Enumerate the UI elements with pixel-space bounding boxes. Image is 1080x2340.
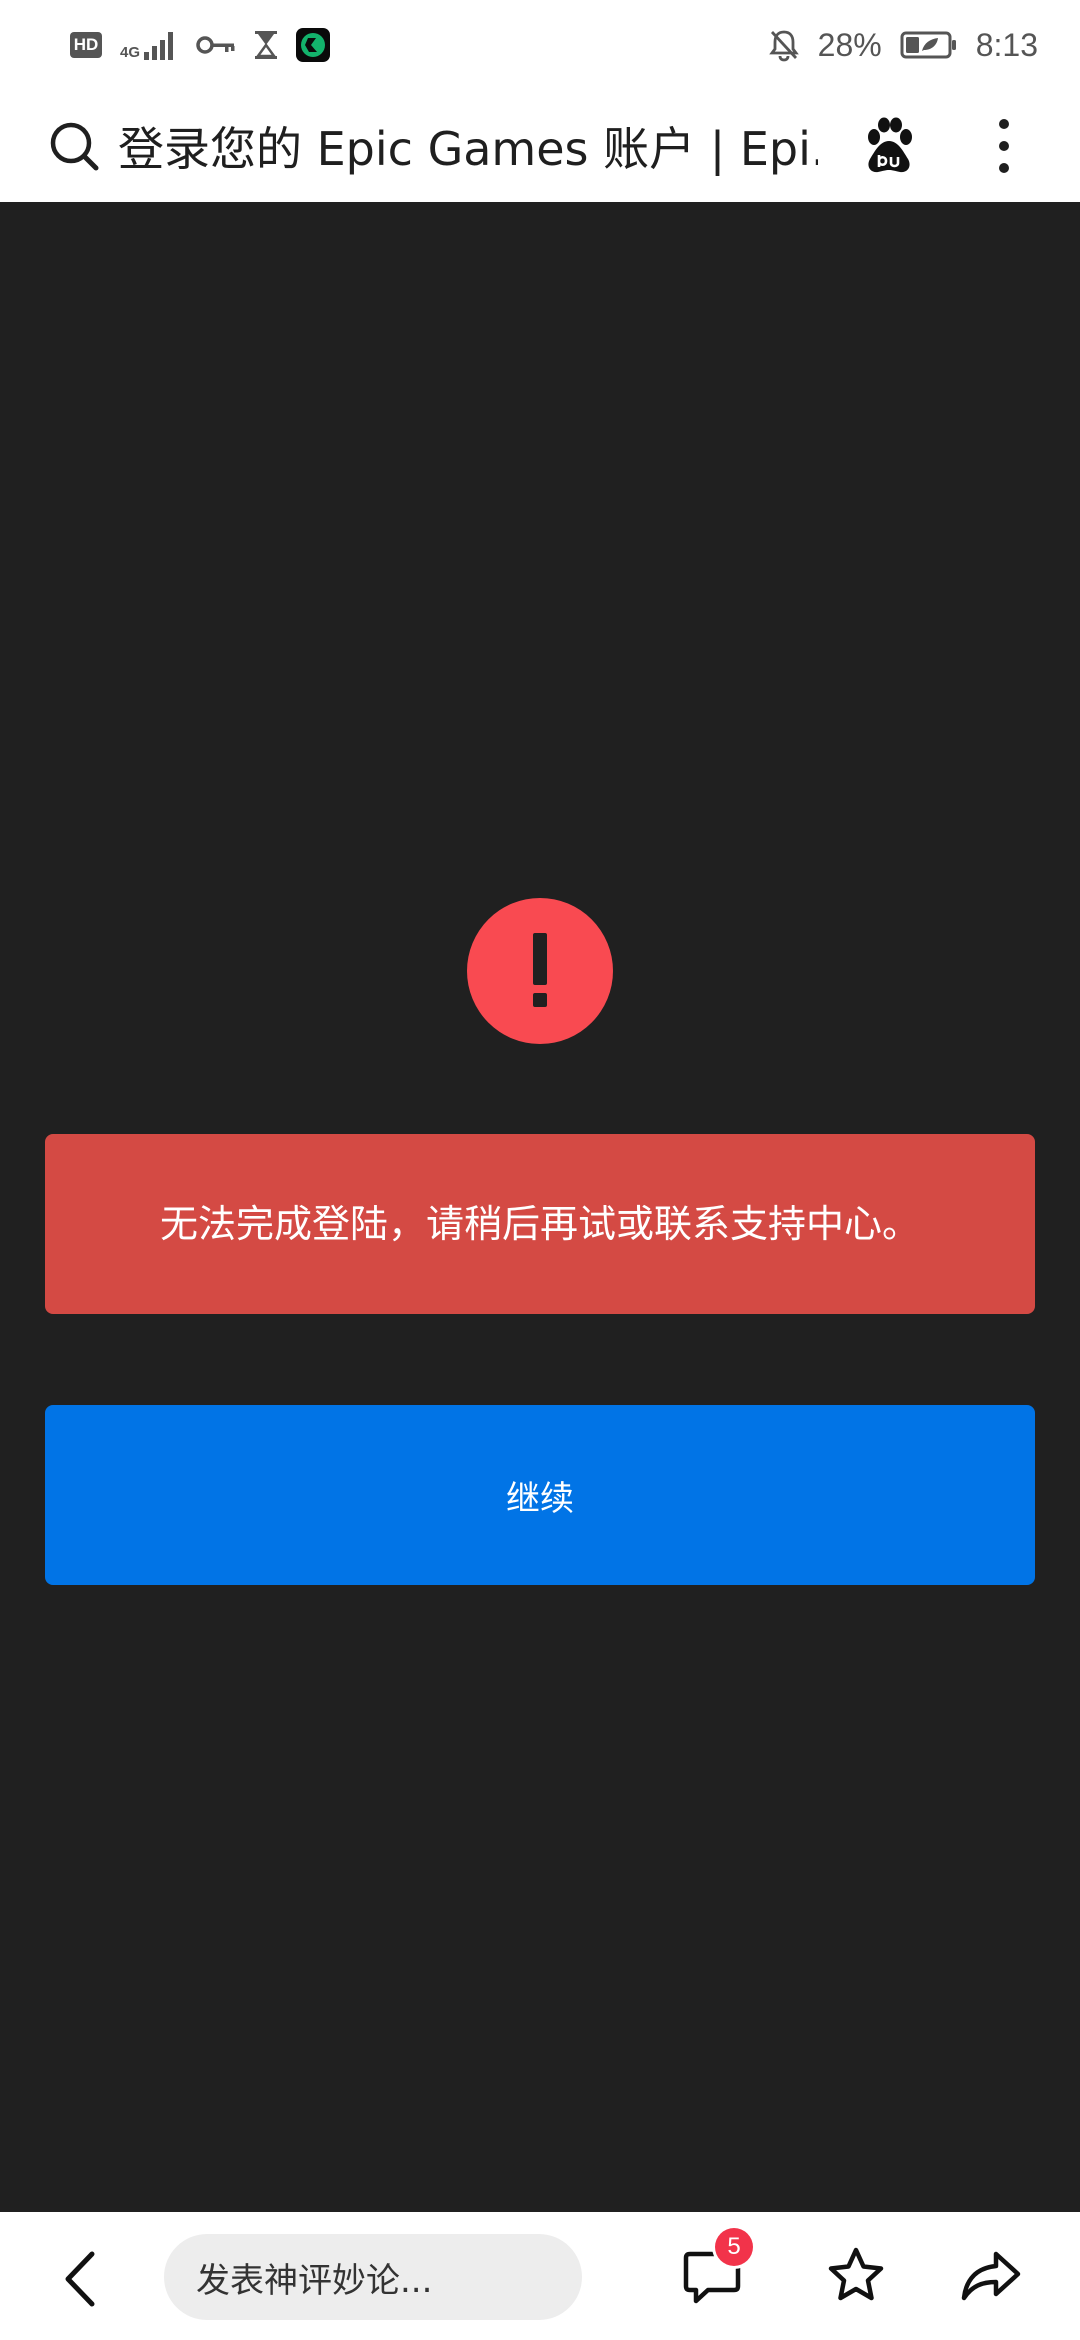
back-icon[interactable] — [60, 2250, 100, 2308]
mute-bell-icon — [768, 30, 799, 62]
bottom-toolbar: 发表神评妙论... 5 — [0, 2212, 1080, 2340]
baidu-paw-icon[interactable] — [862, 117, 916, 175]
favorite-button[interactable] — [826, 2246, 886, 2308]
vpn-key-icon — [196, 36, 235, 54]
back-button[interactable] — [60, 2250, 100, 2312]
star-icon[interactable] — [826, 2246, 886, 2304]
status-bar: HD 4G 28% 8:13 — [0, 0, 1080, 90]
error-message: 无法完成登陆，请稍后再试或联系支持中心。 — [159, 1202, 920, 1246]
hourglass-icon — [255, 31, 278, 59]
error-banner: 无法完成登陆，请稍后再试或联系支持中心。 — [45, 1134, 1035, 1314]
signal-icon: 4G — [120, 30, 178, 60]
status-left-group: HD 4G — [70, 28, 331, 62]
app-icon — [296, 28, 331, 62]
search-icon[interactable] — [48, 120, 100, 172]
error-alert-icon — [467, 898, 613, 1044]
hd-icon: HD — [70, 32, 102, 58]
network-type-label: 4G — [120, 44, 141, 61]
status-time: 8:13 — [975, 26, 1038, 63]
battery-percent: 28% — [817, 26, 882, 63]
more-vertical-icon[interactable] — [998, 118, 1010, 174]
status-right-group: 28% 8:13 — [768, 27, 1038, 64]
continue-button[interactable]: 继续 — [45, 1405, 1035, 1585]
comment-count-badge: 5 — [715, 2228, 753, 2266]
share-button[interactable] — [960, 2248, 1022, 2308]
address-bar[interactable]: 登录您的 Epic Games 账户 | Epi... — [0, 90, 1080, 202]
share-icon[interactable] — [960, 2248, 1022, 2304]
page-content: 无法完成登陆，请稍后再试或联系支持中心。 继续 — [0, 202, 1080, 2212]
page-title[interactable]: 登录您的 Epic Games 账户 | Epi... — [118, 113, 818, 179]
comment-input[interactable]: 发表神评妙论... — [164, 2234, 582, 2320]
battery-icon — [900, 31, 956, 59]
